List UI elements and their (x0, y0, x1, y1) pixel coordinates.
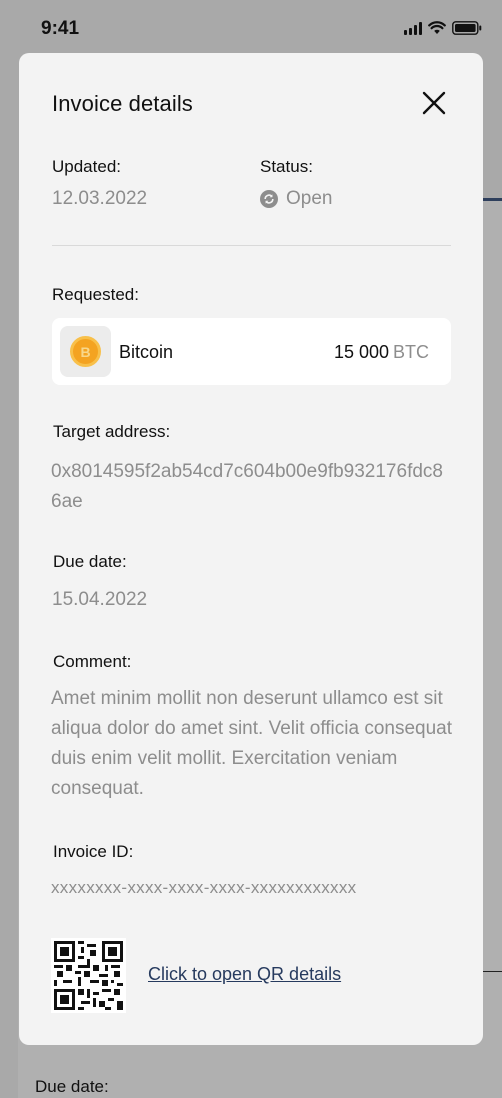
refresh-status-icon (260, 190, 278, 208)
comment-value: Amet minim mollit non deserunt ullamco e… (51, 688, 453, 799)
status-icons (404, 21, 482, 35)
due-date-label: Due date: (53, 552, 127, 571)
token-name: Bitcoin (119, 342, 174, 362)
due-date-value: 15.04.2022 (52, 589, 148, 610)
target-address-label: Target address: (53, 422, 171, 441)
divider (52, 245, 451, 246)
token-amount: 15 000 BTC (334, 342, 429, 363)
target-address-value: 0x8014595f2ab54cd7c604b00e9fb932176fdc86… (51, 461, 443, 512)
requested-label: Requested: (52, 285, 139, 304)
requested-token-row: B Bitcoin 15 000 BTC (52, 318, 451, 385)
background-due-date-label: Due date: (35, 1077, 109, 1096)
token-unit: BTC (393, 342, 429, 362)
status-bar: 9:41 (0, 0, 502, 54)
battery-icon (452, 21, 482, 35)
bitcoin-symbol: B (80, 343, 91, 360)
status-label: Status: (260, 157, 313, 176)
comment-label: Comment: (53, 652, 132, 671)
open-qr-details-link[interactable]: Click to open QR details (148, 964, 341, 985)
updated-value: 12.03.2022 (52, 188, 148, 209)
token-icon-container: B (60, 326, 111, 377)
cellular-signal-icon (404, 21, 422, 35)
invoice-details-modal: Invoice details Updated: 12.03.2022 Stat… (19, 53, 483, 1045)
status-value: Open (260, 188, 332, 210)
invoice-id-value: xxxxxxxx-xxxx-xxxx-xxxx-xxxxxxxxxxxx (51, 878, 357, 897)
status-time: 9:41 (41, 18, 80, 39)
qr-code-icon[interactable] (51, 938, 126, 1013)
invoice-id-label: Invoice ID: (53, 842, 134, 861)
close-icon (422, 91, 446, 115)
wifi-icon (428, 21, 446, 34)
token-amount-value: 15 000 (333, 342, 389, 362)
bitcoin-icon: B (70, 336, 101, 367)
close-button[interactable] (419, 88, 449, 118)
status-text: Open (286, 188, 333, 209)
updated-label: Updated: (52, 157, 121, 176)
modal-title: Invoice details (52, 91, 193, 116)
